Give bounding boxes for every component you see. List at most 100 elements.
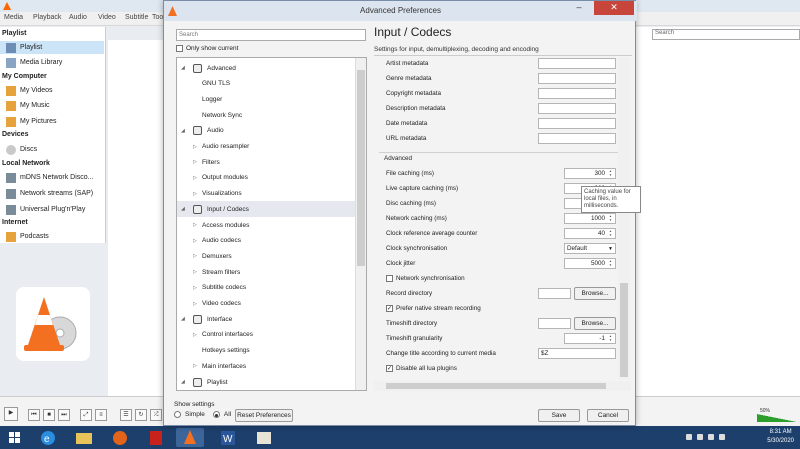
sidebar-item-upnp[interactable]: Universal Plug'n'Play — [6, 203, 85, 216]
fullscreen-button[interactable]: ⤢ — [80, 409, 92, 421]
tree-item-advanced[interactable]: ◢ Advanced — [177, 60, 355, 76]
playlist-toggle-button[interactable]: ☰ — [120, 409, 132, 421]
tree-item-audio-resampler[interactable]: ▷ Audio resampler — [177, 139, 355, 155]
only-show-current-checkbox[interactable]: Only show current — [176, 45, 238, 52]
start-button[interactable] — [4, 428, 24, 447]
tree-item-logger[interactable]: Logger — [177, 91, 355, 107]
network-caching-spinbox[interactable]: 1000 — [564, 213, 616, 224]
sidebar-item-mdns[interactable]: mDNS Network Disco... — [6, 171, 94, 184]
tree-collapsed-arrow-icon[interactable]: ▷ — [193, 238, 197, 244]
menu-audio[interactable]: Audio — [69, 14, 87, 21]
paint-icon[interactable] — [250, 428, 278, 447]
taskbar-clock[interactable]: 8:31 AM 5/30/2020 — [767, 428, 794, 446]
tree-item-audio[interactable]: ◢ Audio — [177, 123, 355, 139]
timeshift-granularity-spinbox[interactable]: -1 — [564, 333, 616, 344]
tray-power-icon[interactable] — [719, 434, 725, 440]
checkbox[interactable] — [176, 45, 183, 52]
tree-item-stream-filters[interactable]: ▷ Stream filters — [177, 264, 355, 280]
record-directory-input[interactable] — [538, 288, 571, 299]
panel-scroll-thumb[interactable] — [620, 283, 628, 377]
shuffle-button[interactable]: ⤮ — [150, 409, 162, 421]
radio-all[interactable] — [212, 411, 220, 418]
dialog-titlebar[interactable]: Advanced Preferences – ✕ — [164, 1, 637, 21]
tray-flag-icon[interactable] — [686, 434, 692, 440]
menu-video[interactable]: Video — [98, 14, 116, 21]
artist-metadata-input[interactable] — [538, 58, 616, 69]
clock-jitter-spinbox[interactable]: 5000 — [564, 258, 616, 269]
clock-sync-select[interactable]: Default — [564, 243, 616, 254]
tree-expanded-arrow-icon[interactable]: ◢ — [181, 128, 185, 134]
checkbox[interactable] — [386, 275, 393, 282]
sidebar-item-podcasts[interactable]: Podcasts — [6, 230, 49, 243]
vlc-taskbar-icon[interactable] — [176, 428, 204, 447]
reset-preferences-button[interactable]: Reset Preferences — [235, 409, 293, 422]
tray-volume-icon[interactable] — [708, 434, 714, 440]
sidebar-item-sap[interactable]: Network streams (SAP) — [6, 187, 93, 200]
tree-collapsed-arrow-icon[interactable]: ▷ — [193, 175, 197, 181]
tree-item-access-modules[interactable]: ▷ Access modules — [177, 217, 355, 233]
sidebar-item-my-videos[interactable]: My Videos — [6, 84, 53, 97]
tree-collapsed-arrow-icon[interactable]: ▷ — [193, 285, 197, 291]
url-metadata-input[interactable] — [538, 133, 616, 144]
tree-item-video-codecs[interactable]: ▷ Video codecs — [177, 296, 355, 312]
tree-item-visualizations[interactable]: ▷ Visualizations — [177, 186, 355, 202]
save-button[interactable]: Save — [538, 409, 580, 422]
ie-icon[interactable]: e — [34, 428, 62, 447]
next-button[interactable]: ⏭ — [58, 409, 70, 421]
date-metadata-input[interactable] — [538, 118, 616, 129]
tree-collapsed-arrow-icon[interactable]: ▷ — [193, 269, 197, 275]
tree-item-input-codecs[interactable]: ◢ Input / Codecs — [177, 201, 355, 218]
sidebar-item-discs[interactable]: Discs — [6, 143, 37, 156]
menu-subtitle[interactable]: Subtitle — [125, 14, 148, 21]
record-browse-button[interactable]: Browse... — [574, 287, 616, 300]
tree-item-hotkeys-settings[interactable]: Hotkeys settings — [177, 343, 355, 359]
sidebar-item-media-library[interactable]: Media Library — [6, 56, 62, 69]
minimize-button[interactable]: – — [566, 1, 592, 15]
tree-collapsed-arrow-icon[interactable]: ▷ — [193, 222, 197, 228]
panel-horizontal-scroll-thumb[interactable] — [386, 383, 606, 389]
close-button[interactable]: ✕ — [594, 1, 634, 15]
tree-item-demuxers[interactable]: ▷ Demuxers — [177, 248, 355, 264]
prefer-native-checkbox[interactable]: ✓ Prefer native stream recording — [386, 305, 481, 312]
tree-collapsed-arrow-icon[interactable]: ▷ — [193, 301, 197, 307]
vlc-search-input[interactable]: Search — [652, 29, 800, 40]
tree-collapsed-arrow-icon[interactable]: ▷ — [193, 144, 197, 150]
cancel-button[interactable]: Cancel — [587, 409, 629, 422]
tree-expanded-arrow-icon[interactable]: ◢ — [181, 316, 185, 322]
extended-settings-button[interactable]: ≡ — [95, 409, 107, 421]
tree-item-output-modules[interactable]: ▷ Output modules — [177, 170, 355, 186]
stop-button[interactable]: ■ — [43, 409, 55, 421]
tree-collapsed-arrow-icon[interactable]: ▷ — [193, 253, 197, 259]
copyright-metadata-input[interactable] — [538, 88, 616, 99]
checkbox-checked[interactable]: ✓ — [386, 305, 393, 312]
tray-network-icon[interactable] — [697, 434, 703, 440]
tree-expanded-arrow-icon[interactable]: ◢ — [181, 379, 185, 385]
word-icon[interactable]: W — [214, 428, 242, 447]
sidebar-item-playlist[interactable]: Playlist — [0, 41, 104, 54]
firefox-icon[interactable] — [106, 428, 134, 447]
tree-item-audio-codecs[interactable]: ▷ Audio codecs — [177, 233, 355, 249]
tree-item-subtitle-codecs[interactable]: ▷ Subtitle codecs — [177, 280, 355, 296]
file-caching-spinbox[interactable]: 300 — [564, 168, 616, 179]
tree-item-interface[interactable]: ◢ Interface — [177, 311, 355, 327]
tree-item-gnu-tls[interactable]: GNU TLS — [177, 76, 355, 92]
sidebar-item-my-music[interactable]: My Music — [6, 99, 50, 112]
change-title-input[interactable]: $Z — [538, 348, 616, 359]
clock-reference-spinbox[interactable]: 40 — [564, 228, 616, 239]
network-sync-checkbox[interactable]: Network synchronisation — [386, 275, 465, 282]
menu-media[interactable]: Media — [4, 14, 23, 21]
description-metadata-input[interactable] — [538, 103, 616, 114]
tree-item-playlist[interactable]: ◢ Playlist — [177, 374, 355, 390]
loop-button[interactable]: ↻ — [135, 409, 147, 421]
checkbox-checked[interactable]: ✓ — [386, 365, 393, 372]
preferences-search-input[interactable]: Search — [176, 29, 366, 41]
play-button[interactable]: ▶ — [4, 407, 18, 421]
tree-collapsed-arrow-icon[interactable]: ▷ — [193, 363, 197, 369]
radio-simple[interactable] — [174, 411, 181, 418]
tree-collapsed-arrow-icon[interactable]: ▷ — [193, 159, 197, 165]
volume-slider[interactable] — [757, 414, 797, 422]
tree-item-main-interfaces[interactable]: ▷ Main interfaces — [177, 358, 355, 374]
file-explorer-icon[interactable] — [70, 428, 98, 447]
menu-playback[interactable]: Playback — [33, 14, 61, 21]
sidebar-item-my-pictures[interactable]: My Pictures — [6, 115, 57, 128]
